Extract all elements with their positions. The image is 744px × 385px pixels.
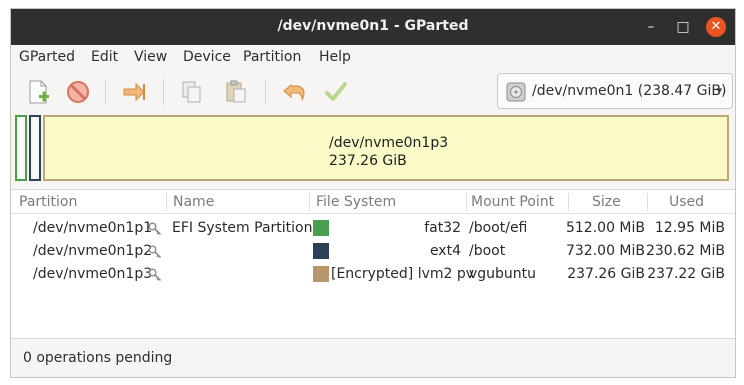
column-header-mountpoint[interactable]: Mount Point	[471, 194, 554, 210]
disk-graphic: /dev/nvme0n1p3 237.26 GiB	[15, 115, 731, 183]
column-header-partition[interactable]: Partition	[19, 194, 77, 210]
menu-edit[interactable]: Edit	[91, 49, 118, 65]
status-text: 0 operations pending	[23, 350, 173, 366]
column-header-size[interactable]: Size	[592, 194, 621, 210]
key-icon	[148, 245, 162, 259]
partition-filesystem: [Encrypted] lvm2 pv	[331, 266, 475, 282]
window-title: /dev/nvme0n1 - GParted	[277, 18, 469, 34]
column-header-filesystem[interactable]: File System	[316, 194, 396, 210]
toolbar-separator	[265, 79, 266, 105]
menu-view[interactable]: View	[134, 49, 167, 65]
table-header: Partition Name File System Mount Point S…	[11, 190, 735, 214]
paste-icon[interactable]	[221, 77, 251, 107]
filesystem-color-swatch	[313, 266, 329, 282]
gparted-window: /dev/nvme0n1 - GParted – □ ✕ GParted Edi…	[10, 8, 736, 378]
apply-icon[interactable]	[321, 77, 351, 107]
table-row[interactable]: /dev/nvme0n1p3 [Encrypted] lvm2 pv vgubu…	[11, 263, 735, 286]
minimize-button[interactable]: –	[641, 17, 661, 37]
filesystem-color-swatch	[313, 243, 329, 259]
menu-device[interactable]: Device	[183, 49, 231, 65]
partition-name: EFI System Partition	[172, 220, 313, 236]
undo-icon[interactable]	[279, 77, 309, 107]
partition-block-nvme0n1p1[interactable]	[15, 115, 27, 181]
partition-block-size: 237.26 GiB	[329, 153, 407, 169]
menu-bar: GParted Edit View Device Partition Help	[11, 45, 735, 71]
partition-mountpoint: vgubuntu	[469, 266, 537, 282]
key-icon	[148, 222, 162, 236]
delete-icon[interactable]	[63, 77, 93, 107]
partition-size: 512.00 MiB	[565, 220, 645, 236]
device-selector-label: /dev/nvme0n1 (238.47 GiB)	[532, 83, 727, 99]
partition-size: 237.26 GiB	[567, 266, 645, 282]
column-header-name[interactable]: Name	[173, 194, 214, 210]
resize-move-icon[interactable]	[119, 77, 149, 107]
partition-filesystem: fat32	[424, 220, 461, 236]
harddisk-icon	[506, 82, 526, 102]
device-selector[interactable]: /dev/nvme0n1 (238.47 GiB) ▾	[497, 73, 733, 109]
partition-table: Partition Name File System Mount Point S…	[11, 189, 735, 339]
partition-used: 237.22 GiB	[647, 266, 725, 282]
table-row[interactable]: /dev/nvme0n1p2 ext4 /boot 732.00 MiB 230…	[11, 240, 735, 263]
partition-used: 12.95 MiB	[654, 220, 725, 236]
partition-path: /dev/nvme0n1p3	[33, 266, 153, 282]
menu-partition[interactable]: Partition	[243, 49, 301, 65]
new-icon[interactable]	[23, 77, 53, 107]
partition-path: /dev/nvme0n1p2	[33, 243, 153, 259]
partition-filesystem: ext4	[429, 243, 461, 259]
filesystem-color-swatch	[313, 220, 329, 236]
toolbar: /dev/nvme0n1 (238.47 GiB) ▾	[11, 71, 735, 113]
close-button[interactable]: ✕	[706, 17, 726, 37]
column-divider[interactable]	[647, 193, 648, 211]
partition-block-nvme0n1p3[interactable]: /dev/nvme0n1p3 237.26 GiB	[43, 115, 729, 181]
key-icon	[148, 268, 162, 282]
status-bar: 0 operations pending	[11, 341, 735, 377]
table-row[interactable]: /dev/nvme0n1p1 EFI System Partition fat3…	[11, 217, 735, 240]
menu-help[interactable]: Help	[319, 49, 351, 65]
maximize-button[interactable]: □	[673, 17, 693, 37]
column-header-used[interactable]: Used	[669, 194, 704, 210]
partition-used: 230.62 MiB	[645, 243, 725, 259]
partition-mountpoint: /boot	[469, 243, 506, 259]
partition-path: /dev/nvme0n1p1	[33, 220, 153, 236]
chevron-down-icon: ▾	[716, 84, 722, 97]
title-bar[interactable]: /dev/nvme0n1 - GParted – □ ✕	[11, 9, 735, 45]
column-divider[interactable]	[309, 193, 310, 211]
toolbar-separator	[105, 79, 106, 105]
column-divider[interactable]	[568, 193, 569, 211]
copy-icon[interactable]	[177, 77, 207, 107]
column-divider[interactable]	[466, 193, 467, 211]
partition-block-nvme0n1p2[interactable]	[29, 115, 41, 181]
partition-size: 732.00 MiB	[565, 243, 645, 259]
partition-mountpoint: /boot/efi	[469, 220, 528, 236]
partition-block-name: /dev/nvme0n1p3	[329, 135, 449, 151]
column-divider[interactable]	[166, 193, 167, 211]
menu-gparted[interactable]: GParted	[19, 49, 75, 65]
toolbar-separator	[163, 79, 164, 105]
